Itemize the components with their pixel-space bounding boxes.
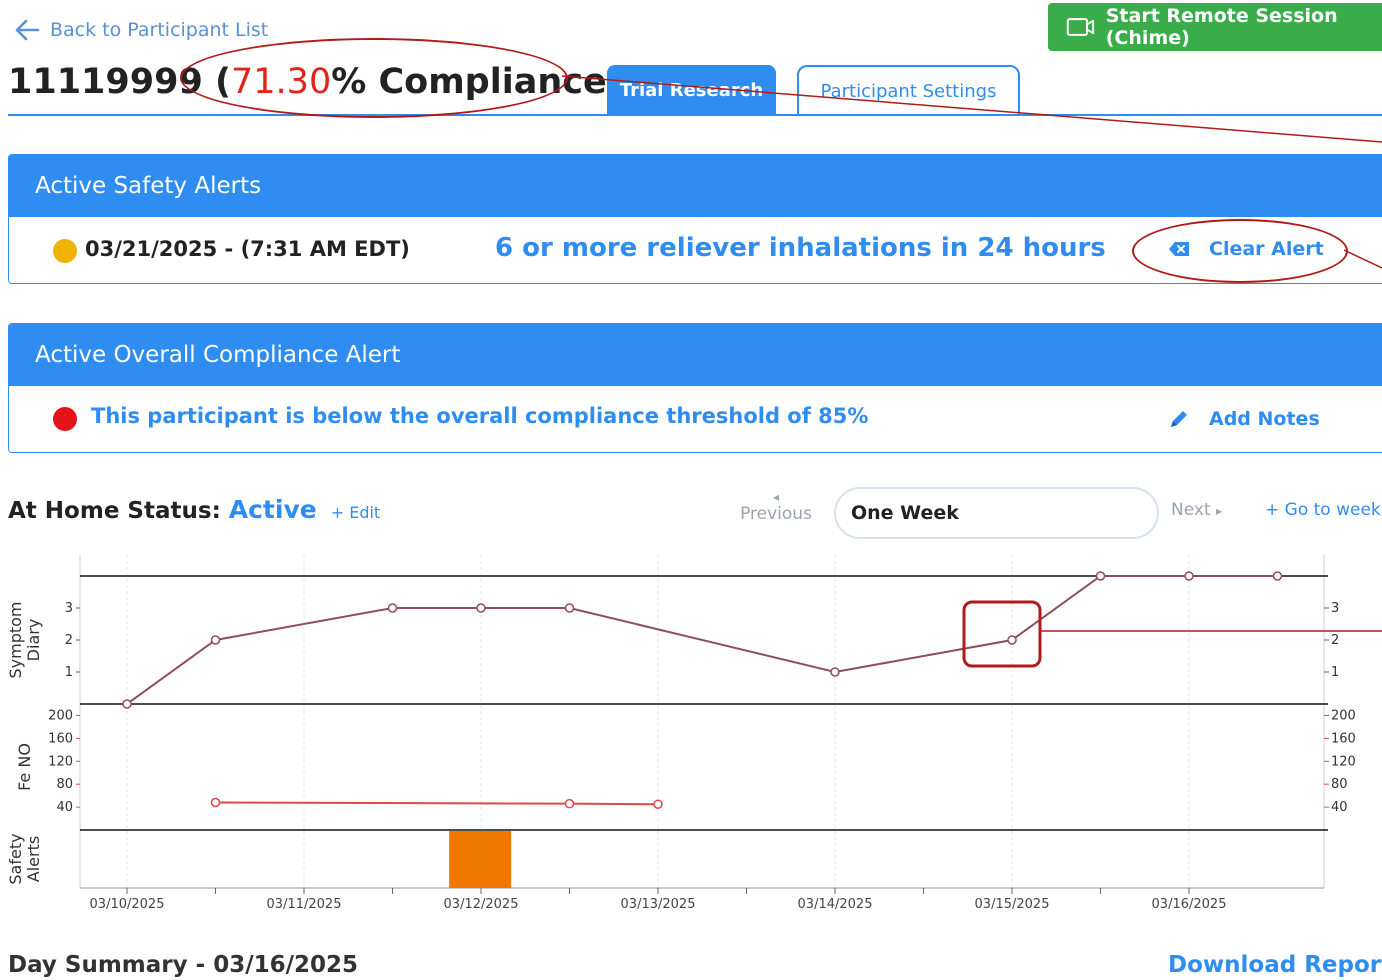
backspace-clear-icon <box>1169 242 1189 256</box>
pencil-icon <box>1171 411 1187 427</box>
arrow-left-icon <box>15 19 40 41</box>
y-tick-label-right: 200 <box>1331 708 1356 723</box>
safety-alerts-panel: Active Safety Alerts 03/21/2025 - (7:31 … <box>8 154 1382 284</box>
safety-alert-row: 03/21/2025 - (7:31 AM EDT) 6 or more rel… <box>9 217 1382 283</box>
participant-id: 11119999 <box>8 62 203 102</box>
y-tick-label-left: 3 <box>65 601 73 616</box>
at-home-status: At Home Status: Active + Edit <box>8 495 380 524</box>
x-tick-label: 03/13/2025 <box>621 897 696 912</box>
home-status-label: At Home Status: <box>8 498 221 524</box>
title-open-paren: ( <box>202 62 232 102</box>
data-point <box>387 603 398 613</box>
panel-label: Symptom <box>6 601 25 678</box>
highlight-box <box>962 600 1042 668</box>
data-point <box>476 603 486 613</box>
x-tick-label: 03/16/2025 <box>1152 897 1227 912</box>
panel-label: Alerts <box>24 836 43 882</box>
x-tick-label: 03/14/2025 <box>798 897 873 912</box>
y-tick-label-right: 160 <box>1331 731 1356 746</box>
y-tick-label-left: 40 <box>56 800 73 815</box>
home-status-value: Active <box>228 495 317 524</box>
panel-label: Diary <box>24 619 43 662</box>
back-to-participant-list-link[interactable]: Back to Participant List <box>12 16 268 44</box>
week-range-select[interactable]: One Week <box>834 487 1159 539</box>
y-tick-label-left: 200 <box>48 708 73 723</box>
page-title: 11119999 (71.30% Compliance) <box>8 62 623 102</box>
tab-trial-research-label: Trial Research <box>619 79 764 101</box>
back-link-label: Back to Participant List <box>50 19 269 41</box>
go-to-week-label: + Go to week <box>1265 500 1381 520</box>
data-point <box>653 799 663 809</box>
caret-right-icon: ▸ <box>1216 504 1223 518</box>
compliance-suffix: % Compliance) <box>331 62 623 102</box>
data-point <box>564 603 575 613</box>
series-line-fe-no <box>215 801 659 806</box>
previous-week-button[interactable]: ◂ Previous <box>740 490 812 524</box>
tab-participant-settings-label: Participant Settings <box>820 80 997 102</box>
y-tick-label-left: 160 <box>48 731 73 746</box>
edit-status-link[interactable]: + Edit <box>331 503 380 522</box>
data-point <box>210 635 221 645</box>
compliance-alert-panel: Active Overall Compliance Alert This par… <box>8 323 1382 453</box>
compliance-message: This participant is below the overall co… <box>91 404 869 428</box>
download-report-link[interactable]: Download Report <box>1168 952 1382 978</box>
x-tick-label: 03/10/2025 <box>90 897 165 912</box>
safety-alert-bar <box>449 831 512 888</box>
start-remote-session-button[interactable]: Start Remote Session (Chime) <box>1048 3 1382 51</box>
panel-label: Safety <box>6 833 25 884</box>
add-notes-button[interactable]: Add Notes <box>1167 407 1320 431</box>
x-tick-label: 03/11/2025 <box>267 897 342 912</box>
y-tick-label-left: 2 <box>65 633 73 648</box>
tab-trial-research[interactable]: Trial Research <box>607 65 776 115</box>
data-point <box>1095 571 1106 581</box>
compliance-alert-header: Active Overall Compliance Alert <box>9 324 1382 386</box>
y-tick-label-left: 120 <box>48 754 73 769</box>
next-label: Next <box>1171 500 1211 520</box>
y-tick-label-right: 3 <box>1331 601 1339 616</box>
safety-alerts-title: Active Safety Alerts <box>35 173 262 199</box>
next-week-button[interactable]: Next ▸ <box>1171 500 1222 520</box>
alert-message: 6 or more reliever inhalations in 24 hou… <box>495 233 1106 263</box>
y-tick-label-left: 1 <box>65 665 73 680</box>
status-chart: 03/10/2025 03/11/2025 03/12/2025 03/13/2025… <box>6 555 1356 912</box>
data-point <box>564 798 575 809</box>
clear-alert-button[interactable]: Clear Alert <box>1167 237 1324 261</box>
data-point <box>1184 571 1194 581</box>
panel-label: Fe NO <box>15 743 34 791</box>
caret-up-icon: ◂ <box>772 490 780 504</box>
y-tick-label-right: 120 <box>1331 754 1356 769</box>
compliance-percentage: 71.30 <box>231 62 332 102</box>
warning-dot-icon <box>53 239 77 263</box>
series-line-symptom-diary <box>126 575 1278 705</box>
error-dot-icon <box>53 407 77 431</box>
y-tick-label-right: 80 <box>1331 777 1348 792</box>
week-range-value: One Week <box>851 502 959 524</box>
x-tick-label: 03/15/2025 <box>975 897 1050 912</box>
go-to-week-link[interactable]: + Go to week <box>1265 500 1381 520</box>
data-point <box>122 699 132 709</box>
data-point <box>210 797 221 808</box>
data-point <box>1007 635 1017 645</box>
clear-alert-label: Clear Alert <box>1209 238 1324 260</box>
y-tick-label-right: 1 <box>1331 665 1339 680</box>
tab-underline-divider <box>8 114 1382 116</box>
day-summary-title: Day Summary - 03/16/2025 <box>8 952 359 978</box>
alert-date: 03/21/2025 - (7:31 AM EDT) <box>85 237 410 261</box>
compliance-alert-title: Active Overall Compliance Alert <box>35 342 401 368</box>
add-notes-label: Add Notes <box>1209 408 1320 430</box>
data-point <box>830 667 840 677</box>
y-tick-label-left: 80 <box>56 777 73 792</box>
y-tick-label-right: 40 <box>1331 800 1348 815</box>
compliance-alert-row: This participant is below the overall co… <box>9 386 1382 452</box>
remote-session-label: Start Remote Session (Chime) <box>1105 5 1338 49</box>
video-camera-icon <box>1066 18 1095 36</box>
previous-label: Previous <box>740 504 812 524</box>
tab-participant-settings[interactable]: Participant Settings <box>797 65 1020 115</box>
safety-alerts-header: Active Safety Alerts <box>9 155 1382 217</box>
y-tick-label-right: 2 <box>1331 633 1339 648</box>
x-tick-label: 03/12/2025 <box>444 897 519 912</box>
data-point <box>1272 571 1283 581</box>
